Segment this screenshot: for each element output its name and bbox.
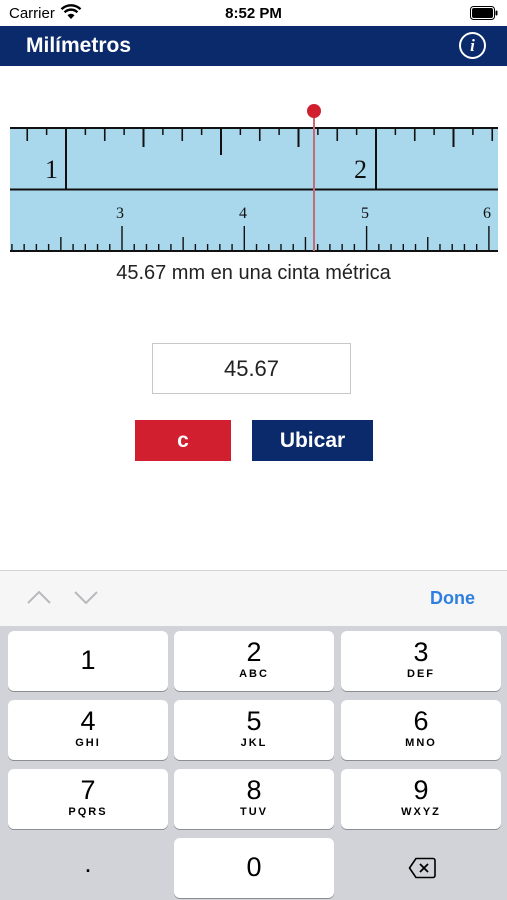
key-number: 9 [413, 775, 429, 805]
info-icon[interactable]: i [459, 32, 486, 59]
lower-label-5: 5 [361, 205, 369, 222]
key-4[interactable]: 4 GHI [8, 700, 168, 760]
measure-marker[interactable] [307, 104, 321, 118]
key-letters: JKL [240, 737, 268, 749]
status-bar: Carrier 8:52 PM [0, 0, 507, 26]
clear-button[interactable]: c [135, 420, 231, 461]
key-letters: MNO [405, 737, 437, 749]
key-7[interactable]: 7 PQRS [8, 769, 168, 829]
key-number: 2 [246, 637, 262, 667]
key-letters: PQRS [68, 806, 108, 818]
upper-band [10, 128, 498, 189]
key-5[interactable]: 5 JKL [174, 700, 334, 760]
upper-label-1: 1 [45, 155, 58, 184]
lower-label-4: 4 [239, 205, 247, 222]
measurement-caption: 45.67 mm en una cinta métrica [116, 262, 391, 284]
locate-button[interactable]: Ubicar [252, 420, 373, 461]
key-letters: DEF [407, 668, 435, 680]
key-2[interactable]: 2 ABC [174, 631, 334, 691]
upper-label-2: 2 [354, 155, 367, 184]
key-number: 8 [246, 775, 262, 805]
key-8[interactable]: 8 TUV [174, 769, 334, 829]
chevron-down-icon[interactable] [73, 589, 99, 605]
key-letters: TUV [240, 806, 268, 818]
key-number: 1 [80, 645, 96, 675]
lower-label-6: 6 [483, 205, 491, 222]
key-number: 5 [246, 706, 262, 736]
key-letters: GHI [75, 737, 101, 749]
key-6[interactable]: 6 MNO [341, 700, 501, 760]
battery-icon [470, 6, 498, 20]
lower-band [10, 190, 498, 251]
done-button[interactable]: Done [430, 588, 475, 609]
page-title: Milímetros [26, 34, 132, 57]
key-0[interactable]: 0 [174, 838, 334, 898]
key-number: 7 [80, 775, 96, 805]
clock: 8:52 PM [225, 5, 282, 22]
navigation-bar: Milímetros i [0, 26, 507, 66]
delete-icon [408, 857, 436, 879]
lower-label-3: 3 [116, 205, 124, 222]
key-number: 0 [246, 852, 262, 882]
key-9[interactable]: 9 WXYZ [341, 769, 501, 829]
key-decimal-point[interactable]: . [8, 838, 168, 898]
key-number: 4 [80, 706, 96, 736]
key-letters: ABC [239, 668, 269, 680]
backspace-key[interactable] [341, 838, 501, 898]
numeric-keypad: 1 2 ABC 3 DEF 4 GHI 5 JKL 6 MNO 7 PQRS 8… [0, 626, 507, 900]
value-input[interactable] [152, 343, 351, 394]
key-3[interactable]: 3 DEF [341, 631, 501, 691]
key-1[interactable]: 1 [8, 631, 168, 691]
tape-measure: 1 2 3 4 5 6 [10, 104, 498, 252]
chevron-up-icon[interactable] [26, 589, 52, 605]
key-letters: WXYZ [401, 806, 441, 818]
keyboard-accessory-bar: Done [0, 570, 507, 626]
key-number: 3 [413, 637, 429, 667]
key-number: 6 [413, 706, 429, 736]
